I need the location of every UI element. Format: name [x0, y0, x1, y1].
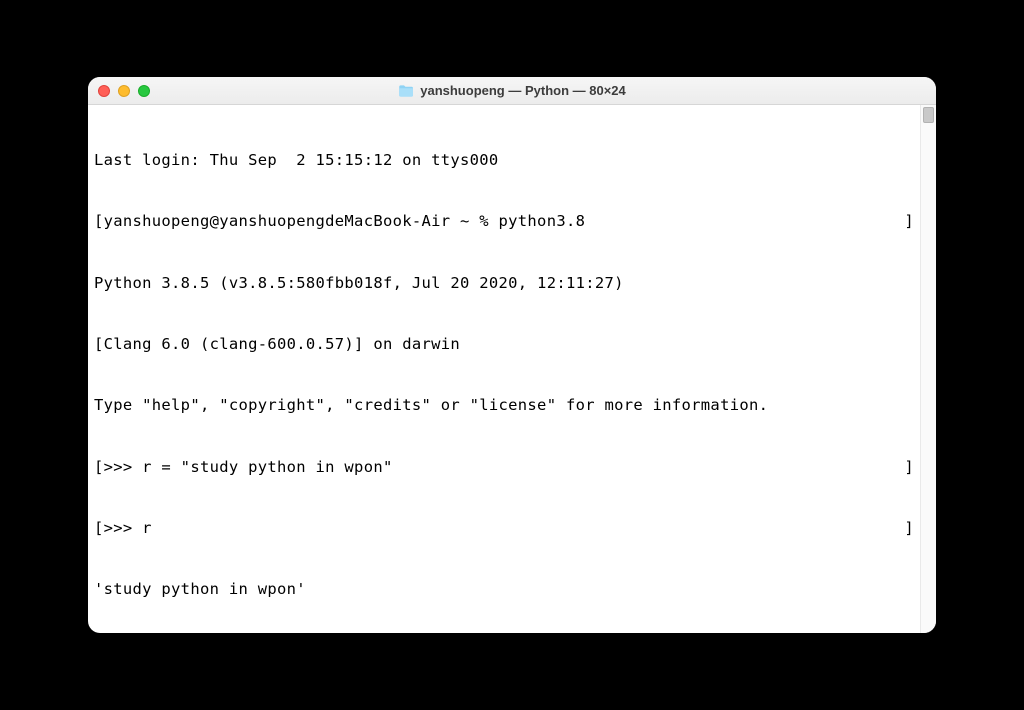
traffic-lights: [98, 85, 150, 97]
zoom-button[interactable]: [138, 85, 150, 97]
scrollbar[interactable]: [920, 105, 936, 633]
terminal-line: [>>> r = "study python in wpon"]: [94, 457, 914, 477]
terminal-line: Type "help", "copyright", "credits" or "…: [94, 395, 914, 415]
titlebar[interactable]: yanshuopeng — Python — 80×24: [88, 77, 936, 105]
terminal-text[interactable]: Last login: Thu Sep 2 15:15:12 on ttys00…: [88, 105, 920, 633]
terminal-line: Last login: Thu Sep 2 15:15:12 on ttys00…: [94, 150, 914, 170]
folder-icon: [398, 85, 414, 97]
terminal-line: [Clang 6.0 (clang-600.0.57)] on darwin: [94, 334, 914, 354]
scrollbar-thumb[interactable]: [923, 107, 934, 123]
terminal-window: yanshuopeng — Python — 80×24 Last login:…: [88, 77, 936, 633]
terminal-body[interactable]: Last login: Thu Sep 2 15:15:12 on ttys00…: [88, 105, 936, 633]
window-title: yanshuopeng — Python — 80×24: [420, 83, 626, 98]
window-title-wrap: yanshuopeng — Python — 80×24: [398, 83, 626, 98]
terminal-line: Python 3.8.5 (v3.8.5:580fbb018f, Jul 20 …: [94, 273, 914, 293]
terminal-line: 'study python in wpon': [94, 579, 914, 599]
terminal-line: [yanshuopeng@yanshuopengdeMacBook-Air ~ …: [94, 211, 914, 231]
minimize-button[interactable]: [118, 85, 130, 97]
close-button[interactable]: [98, 85, 110, 97]
terminal-line: [>>> r]: [94, 518, 914, 538]
